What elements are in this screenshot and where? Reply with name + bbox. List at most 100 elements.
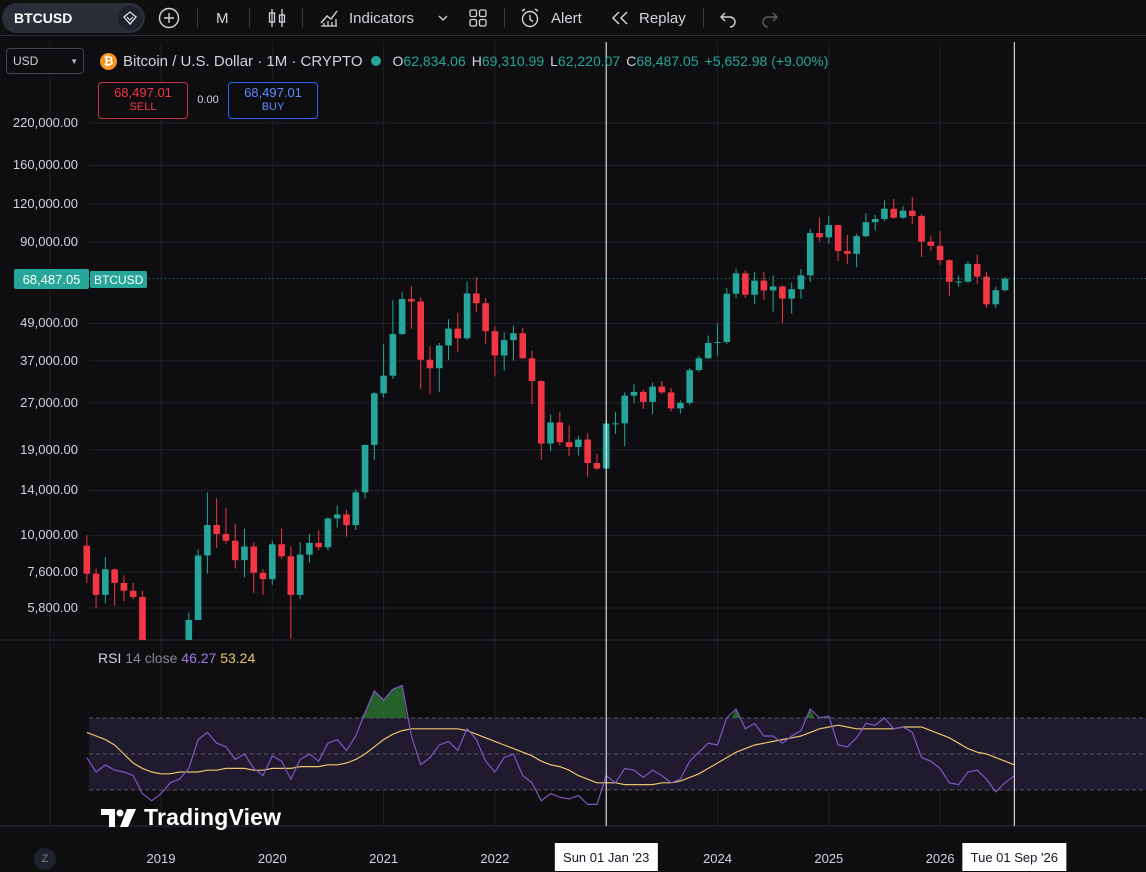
candle-body (853, 236, 860, 254)
candle-body (612, 423, 619, 425)
alert-button[interactable]: Alert (518, 0, 582, 36)
change-value: +5,652.98 (+9.00%) (704, 53, 829, 69)
sell-button[interactable]: 68,497.01 SELL (98, 81, 188, 119)
candle-body (584, 439, 591, 463)
candle-body (426, 359, 434, 369)
candle-body (537, 381, 545, 444)
candle-body (111, 569, 118, 583)
candle-body (463, 293, 471, 339)
candle-body (204, 525, 211, 556)
candle-body (500, 340, 508, 356)
symbol-label: BTCUSD (14, 10, 73, 26)
candle-body (658, 386, 666, 393)
compare-symbol-icon[interactable] (118, 6, 142, 30)
candle-body (482, 303, 489, 332)
candle-body (361, 444, 369, 493)
time-tick-label: 2019 (146, 851, 176, 866)
alarm-clock-icon (521, 8, 539, 28)
redo-icon[interactable] (759, 0, 781, 36)
candle-body (519, 333, 527, 359)
candle-body (408, 299, 415, 302)
candle-body (445, 328, 452, 346)
interval-button[interactable]: M (216, 0, 229, 36)
rsi-name: RSI (98, 650, 122, 666)
price-tick-label: 37,000.00 (20, 352, 78, 368)
candle-body (389, 334, 397, 376)
buy-price: 68,497.01 (244, 85, 302, 100)
candle-body (723, 293, 731, 343)
candle-body (83, 545, 91, 574)
rewind-icon (611, 11, 628, 25)
candle-body (575, 439, 582, 447)
candle-body (686, 370, 693, 403)
currency-value: USD (13, 54, 39, 68)
chevron-down-icon: ▼ (70, 57, 78, 66)
price-tick-label: 220,000.00 (12, 115, 78, 130)
indicators-button[interactable]: Indicators (318, 0, 414, 36)
low-value: 62,220.07 (557, 53, 621, 69)
price-tick-label: 10,000.00 (20, 527, 78, 543)
undo-icon[interactable] (717, 0, 739, 36)
symbol-search-button[interactable]: BTCUSD (2, 3, 145, 33)
last-symbol-tag: BTCUSD (90, 271, 148, 288)
price-tick-label: 49,000.00 (20, 315, 78, 331)
open-value: 62,834.06 (403, 53, 466, 69)
candle-body (92, 573, 100, 595)
candle-body (677, 402, 684, 409)
candle-body (231, 540, 239, 561)
candle-body (213, 525, 220, 535)
add-symbol-icon[interactable] (158, 0, 184, 36)
candles-icon[interactable] (266, 0, 288, 36)
price-tick-label: 7,600.00 (27, 563, 78, 579)
candle-body (806, 233, 814, 276)
crosshair-time-label: Sun 01 Jan '23 (555, 843, 658, 871)
candle-body (751, 280, 758, 295)
candle-body (241, 546, 248, 561)
candle-body (547, 422, 554, 444)
candle-body (194, 555, 202, 621)
toolbar-divider (197, 8, 198, 28)
candle-body (565, 442, 573, 447)
candle-body (649, 386, 656, 402)
sell-price: 68,497.01 (114, 85, 172, 100)
candle-body (380, 375, 387, 394)
price-chart[interactable] (0, 36, 1146, 872)
candle-body (908, 210, 916, 216)
indicators-icon (320, 10, 338, 27)
chart-area[interactable]: USD ▼ ₿ Bitcoin / U.S. Dollar · 1M · CRY… (0, 36, 1146, 872)
candle-body (890, 208, 898, 218)
rsi-value: 46.27 (181, 650, 217, 666)
crosshair-time-label: Tue 01 Sep '26 (962, 843, 1066, 871)
candle-body (834, 225, 842, 251)
candle-body (927, 241, 935, 246)
candle-body (287, 556, 295, 595)
time-tick-label: 2025 (814, 851, 844, 866)
candle-body (120, 582, 128, 591)
currency-select[interactable]: USD ▼ (6, 48, 84, 74)
watermark-text: TradingView (144, 804, 282, 830)
candle-body (102, 569, 109, 595)
candle-body (139, 596, 146, 640)
candle-body (510, 333, 517, 341)
buy-button[interactable]: 68,497.01 BUY (228, 81, 318, 119)
replay-button[interactable]: Replay (609, 0, 686, 36)
series-title[interactable]: Bitcoin / U.S. Dollar · 1M · CRYPTO (123, 53, 363, 70)
time-tick-label: 2020 (257, 851, 287, 866)
candle-body (881, 208, 888, 220)
candle-body (417, 301, 424, 360)
buy-label: BUY (261, 101, 285, 113)
trade-panel: 68,497.01 SELL 0.00 68,497.01 BUY (98, 81, 318, 119)
rsi-legend[interactable]: RSI 14 close 46.27 53.24 (98, 650, 255, 666)
candle-body (779, 286, 786, 299)
time-tick-label: 2022 (480, 851, 510, 866)
indicators-dropdown-icon[interactable] (437, 0, 449, 36)
high-key: H (471, 53, 482, 69)
candle-body (769, 286, 777, 291)
candle-body (371, 393, 378, 445)
candle-body (352, 492, 360, 526)
bitcoin-logo-icon: ₿ (100, 52, 117, 70)
templates-grid-icon[interactable] (467, 0, 489, 36)
candle-body (491, 331, 499, 356)
timezone-z-icon[interactable]: Z (34, 848, 56, 870)
price-tick-label: 160,000.00 (12, 157, 78, 173)
